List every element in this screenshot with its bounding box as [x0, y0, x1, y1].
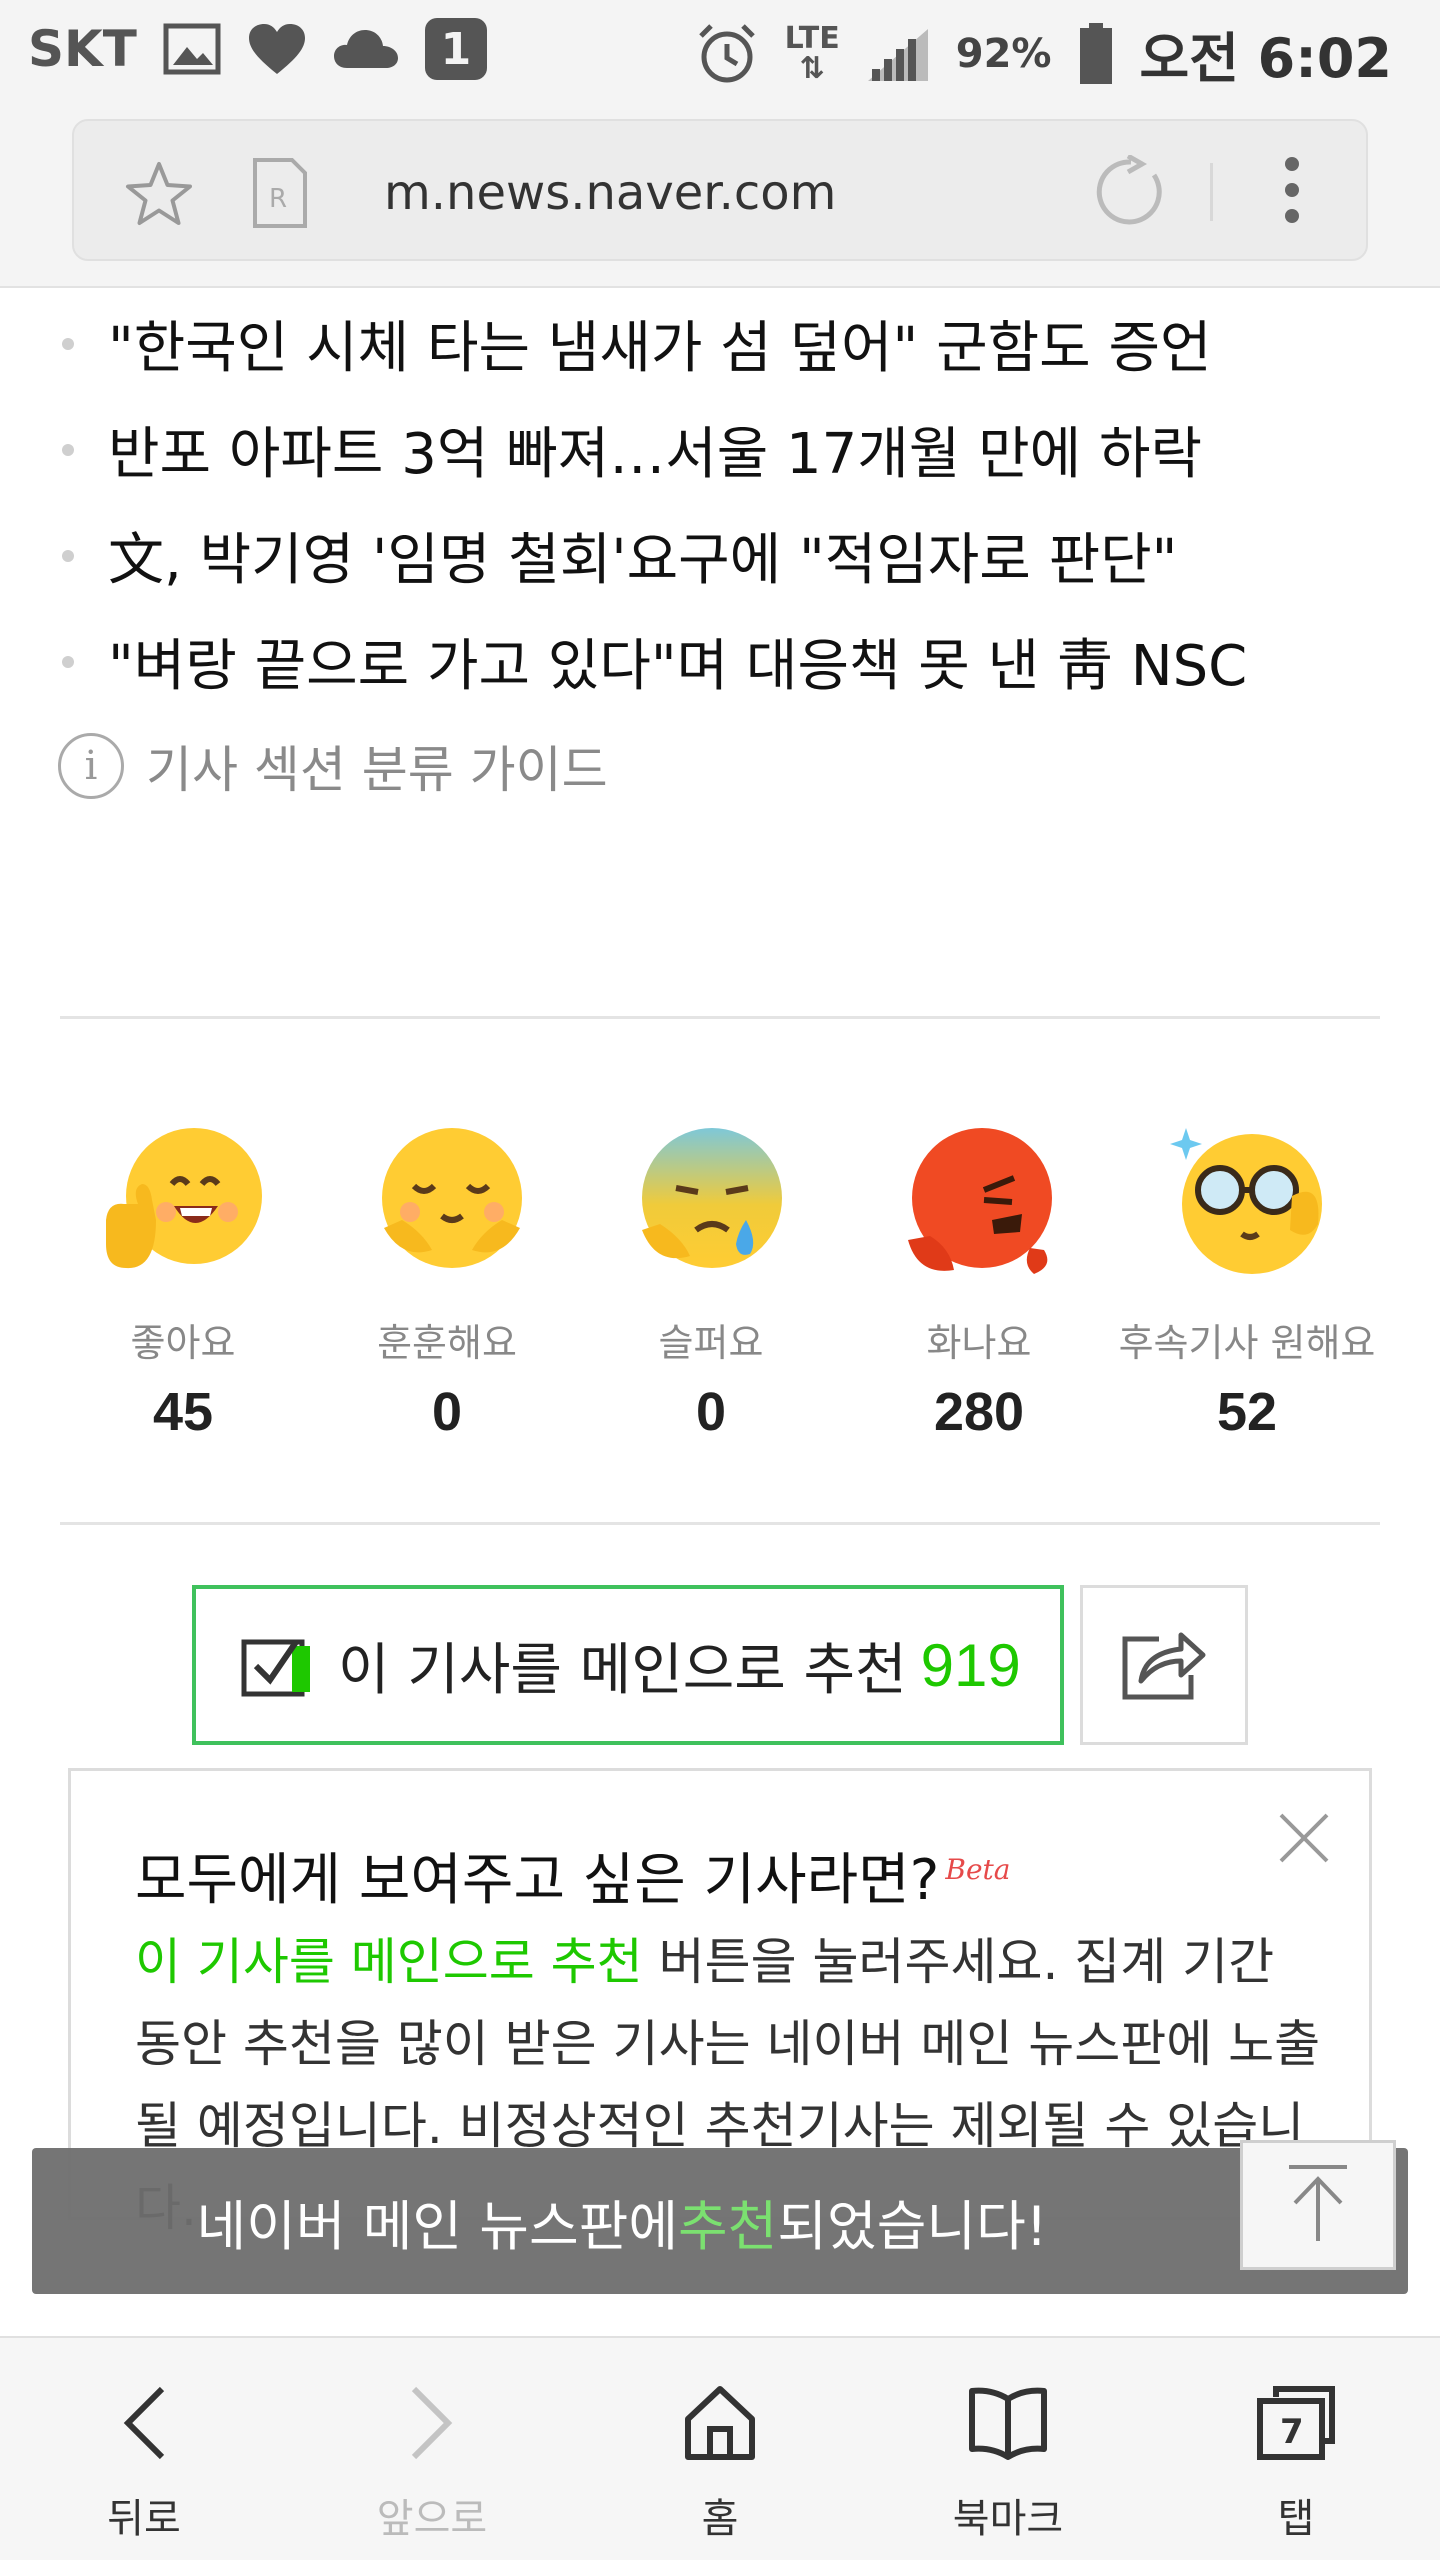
- reaction-count: 0: [431, 1382, 463, 1442]
- reader-mode-letter: R: [269, 184, 287, 214]
- headline-item[interactable]: "벼랑 끝으로 가고 있다"며 대응책 못 낸 靑 NSC: [58, 608, 1418, 714]
- nav-label: 홈: [701, 2496, 739, 2542]
- toast-prefix: 네이버 메인 뉴스판에: [196, 2194, 678, 2258]
- notification-badge-icon: 1: [424, 18, 487, 80]
- recommend-count: 919: [920, 1631, 1021, 1699]
- reaction-label: 화나요: [926, 1321, 1032, 1365]
- address-bar[interactable]: R m.news.naver.com: [72, 119, 1368, 261]
- reaction-count: 280: [933, 1382, 1025, 1442]
- reaction-count: 45: [152, 1382, 214, 1442]
- nav-tabs[interactable]: 7 탭: [1152, 2338, 1440, 2560]
- like-emoji-icon: [98, 1120, 268, 1290]
- toast-text: 네이버 메인 뉴스판에 추천 되었습니다!: [32, 2148, 1212, 2294]
- divider: [60, 1522, 1380, 1525]
- scroll-to-top-button[interactable]: [1240, 2140, 1396, 2270]
- recommend-to-main-button[interactable]: 이 기사를 메인으로 추천 919: [192, 1585, 1064, 1745]
- reaction-label: 훈훈해요: [377, 1321, 517, 1365]
- beta-badge: Beta: [945, 1853, 1011, 1887]
- warm-emoji-icon: [362, 1120, 532, 1290]
- arrow-up-icon: [1283, 2163, 1353, 2247]
- alarm-icon: [695, 22, 759, 86]
- tab-count: 7: [1280, 2412, 1304, 2452]
- carrier-label: SKT: [28, 20, 137, 78]
- home-icon: [675, 2378, 765, 2468]
- toast-suffix: 되었습니다!: [777, 2194, 1048, 2258]
- tabs-icon: 7: [1251, 2378, 1341, 2468]
- headline-item[interactable]: 文, 박기영 '임명 철회'요구에 "적임자로 판단": [58, 502, 1418, 608]
- nav-label: 탭: [1277, 2496, 1315, 2542]
- network-activity-icon: ⇅: [799, 50, 825, 86]
- share-icon: [1119, 1623, 1209, 1707]
- share-button[interactable]: [1080, 1585, 1248, 1745]
- reactions: 좋아요 45 훈훈해요 0 슬퍼요 0 화나요 280 후속기사 원해요 52: [48, 1120, 1400, 1442]
- nav-label: 뒤로: [107, 2496, 181, 2542]
- angry-emoji-icon: [894, 1120, 1064, 1290]
- reaction-count: 52: [1216, 1382, 1278, 1442]
- forward-icon: [387, 2378, 477, 2468]
- more-menu-icon[interactable]: [1280, 157, 1304, 227]
- url-text[interactable]: m.news.naver.com: [384, 165, 836, 221]
- reaction-want-more[interactable]: 후속기사 원해요 52: [1112, 1120, 1382, 1443]
- reaction-label: 후속기사 원해요: [1118, 1321, 1376, 1365]
- reaction-count: 0: [695, 1382, 727, 1442]
- want-more-emoji-icon: [1162, 1120, 1332, 1290]
- reader-mode-icon[interactable]: R: [252, 157, 308, 233]
- battery-icon: [1078, 22, 1114, 86]
- info-title-text: 모두에게 보여주고 싶은 기사라면?: [135, 1848, 940, 1913]
- related-headlines: "한국인 시체 타는 냄새가 섬 덮어" 군함도 증언 반포 아파트 3억 빠져…: [58, 290, 1418, 714]
- nav-forward[interactable]: 앞으로: [288, 2338, 576, 2560]
- nav-home[interactable]: 홈: [576, 2338, 864, 2560]
- section-guide-label: 기사 섹션 분류 가이드: [146, 741, 608, 799]
- battery-percent: 92%: [955, 30, 1052, 77]
- toolbar-divider: [1210, 163, 1213, 221]
- nav-bookmark[interactable]: 북마크: [864, 2338, 1152, 2560]
- info-icon: i: [58, 733, 124, 799]
- info-body-highlight: 이 기사를 메인으로 추천: [135, 1933, 643, 1991]
- nav-back[interactable]: 뒤로: [0, 2338, 288, 2560]
- status-bar-right: LTE ⇅ 92% 오전 6:02: [695, 14, 1392, 93]
- checkbox-checked-icon: [240, 1632, 314, 1698]
- headline-item[interactable]: "한국인 시체 타는 냄새가 섬 덮어" 군함도 증언: [58, 290, 1418, 396]
- reaction-label: 좋아요: [130, 1321, 236, 1365]
- star-icon[interactable]: [124, 159, 194, 233]
- clock: 오전 6:02: [1139, 27, 1392, 90]
- reaction-angry[interactable]: 화나요 280: [844, 1120, 1114, 1443]
- reload-icon[interactable]: [1094, 153, 1168, 233]
- reaction-warm[interactable]: 훈훈해요 0: [312, 1120, 582, 1443]
- reaction-label: 슬퍼요: [658, 1321, 764, 1365]
- back-icon: [99, 2378, 189, 2468]
- headline-item[interactable]: 반포 아파트 3억 빠져…서울 17개월 만에 하락: [58, 396, 1418, 502]
- signal-icon: [866, 25, 930, 83]
- sad-emoji-icon: [626, 1120, 796, 1290]
- close-icon[interactable]: [1277, 1811, 1331, 1869]
- reaction-like[interactable]: 좋아요 45: [48, 1120, 318, 1443]
- nav-label: 앞으로: [376, 2496, 488, 2542]
- network-type: LTE ⇅: [785, 23, 840, 86]
- status-bar-left: SKT 1: [28, 18, 487, 80]
- toast-message: 네이버 메인 뉴스판에 추천 되었습니다!: [32, 2148, 1408, 2294]
- browser-toolbar: R m.news.naver.com: [0, 105, 1440, 288]
- bottom-navigation: 뒤로 앞으로 홈 북마크 7 탭: [0, 2336, 1440, 2560]
- info-title: 모두에게 보여주고 싶은 기사라면? Beta: [135, 1835, 1011, 1916]
- status-bar: SKT 1 LTE ⇅ 92% 오전 6:02: [0, 0, 1440, 105]
- section-guide-link[interactable]: i 기사 섹션 분류 가이드: [58, 730, 608, 802]
- nav-label: 북마크: [952, 2496, 1064, 2542]
- bookmark-icon: [963, 2378, 1053, 2468]
- heart-icon: [247, 22, 307, 76]
- cloud-icon: [333, 28, 399, 70]
- recommend-label: 이 기사를 메인으로 추천: [338, 1637, 907, 1703]
- reaction-sad[interactable]: 슬퍼요 0: [576, 1120, 846, 1443]
- gallery-icon: [163, 23, 221, 75]
- toast-highlight: 추천: [678, 2194, 778, 2258]
- divider: [60, 1016, 1380, 1019]
